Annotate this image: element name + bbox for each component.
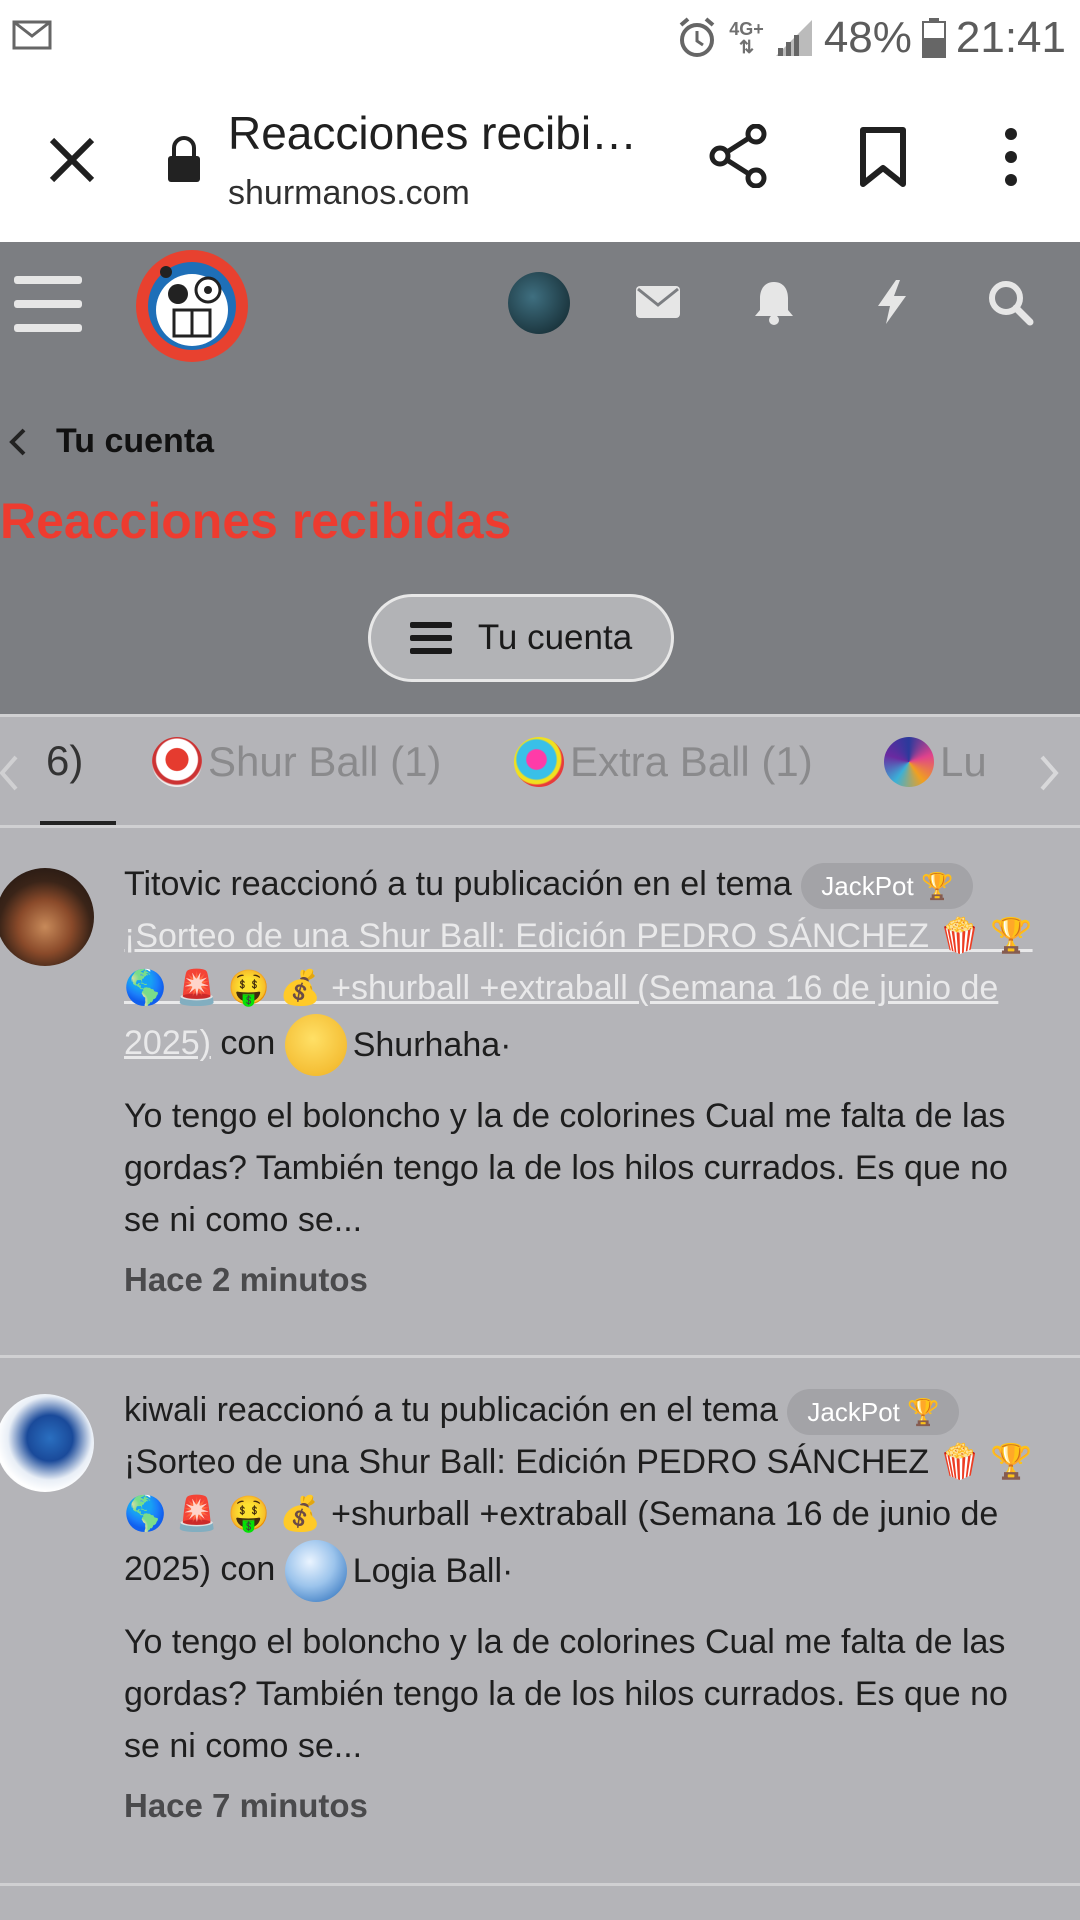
browser-toolbar: Reacciones recibi… shurmanos.com: [0, 76, 1080, 242]
chevron-right-icon[interactable]: [1034, 753, 1064, 793]
reaction: Shurhaha·: [284, 1014, 512, 1076]
timestamp[interactable]: Hace 7 minutos: [124, 1780, 1044, 1832]
tab-label: 6): [46, 737, 84, 784]
account-button-label: Tu cuenta: [477, 618, 633, 657]
share-icon[interactable]: [708, 124, 768, 188]
username[interactable]: Titovic: [124, 865, 221, 903]
shur-ball-icon: [152, 737, 202, 787]
battery-percent: 48%: [823, 13, 912, 62]
site-header: Tu cuenta Reacciones recibidas Tu cuenta: [0, 242, 1080, 714]
network-indicator: 4G+ ⇅: [729, 20, 764, 56]
battery-icon: [921, 18, 946, 58]
action-text: reaccionó a tu publicación en el tema: [230, 865, 792, 903]
reaction-label: Logia Ball·: [352, 1552, 514, 1590]
post-snippet: Yo tengo el boloncho y la de colorines C…: [124, 1623, 1008, 1765]
tab-shur-ball[interactable]: Shur Ball (1): [152, 737, 441, 787]
status-bar: 4G+ ⇅ 48% 21:41: [0, 0, 1080, 76]
active-tab-indicator: [40, 821, 116, 825]
tab-swirl-ball[interactable]: Lu: [884, 737, 987, 787]
lock-icon: [168, 136, 200, 182]
breadcrumb-label[interactable]: Tu cuenta: [56, 422, 214, 461]
menu-icon[interactable]: [14, 274, 82, 334]
reaction-tabs: 6) Shur Ball (1) Extra Ball (1) Lu: [0, 714, 1080, 828]
breadcrumb[interactable]: Tu cuenta: [8, 422, 214, 461]
prefix-badge: JackPot 🏆: [787, 1389, 960, 1436]
signal-icon: [775, 20, 812, 56]
swirl-ball-icon: [884, 737, 934, 787]
search-icon[interactable]: [986, 278, 1034, 326]
bookmark-icon[interactable]: [858, 126, 908, 188]
reaction-label: Shurhaha·: [352, 1026, 512, 1064]
timestamp[interactable]: Hace 2 minutos: [124, 1254, 1044, 1306]
username[interactable]: kiwali: [124, 1391, 207, 1429]
chevron-left-icon[interactable]: [0, 753, 24, 793]
section-title: Reacciones recibidas: [0, 493, 512, 549]
laughing-emoji-icon: [284, 1014, 347, 1076]
tab-extra-ball[interactable]: Extra Ball (1): [514, 737, 813, 787]
tab-label: Shur Ball (1): [208, 738, 442, 785]
list-item[interactable]: kiwali reaccionó a tu publicación en el …: [0, 1358, 1080, 1886]
page-title: Reacciones recibi…: [228, 107, 638, 159]
account-menu-button[interactable]: Tu cuenta: [368, 594, 674, 682]
lightning-icon[interactable]: [868, 278, 916, 326]
list-item[interactable]: Titovic reaccionó a tu publicación en el…: [0, 828, 1080, 1358]
logo-mascot-icon: [148, 262, 236, 350]
reaction-text: Titovic reaccionó a tu publicación en el…: [124, 858, 1044, 1306]
user-avatar[interactable]: [508, 272, 570, 334]
menu-lines-icon: [409, 622, 452, 654]
data-arrows-icon: ⇅: [739, 37, 755, 57]
logia-ball-icon: [284, 1540, 347, 1602]
tab-label: Lu: [940, 738, 987, 785]
prefix-badge: JackPot 🏆: [801, 863, 974, 910]
extra-ball-icon: [514, 737, 564, 787]
con-text: con: [220, 1549, 276, 1588]
clock: 21:41: [955, 13, 1066, 62]
user-avatar[interactable]: [0, 1394, 94, 1492]
chevron-left-icon: [9, 428, 26, 455]
mail-notification-icon: [12, 20, 52, 50]
page-domain: shurmanos.com: [228, 174, 470, 212]
status-right: 4G+ ⇅ 48% 21:41: [675, 10, 1066, 66]
reaction-text: kiwali reaccionó a tu publicación en el …: [124, 1384, 1044, 1832]
tab-label: Extra Ball (1): [570, 738, 813, 785]
post-snippet: Yo tengo el boloncho y la de colorines C…: [124, 1097, 1008, 1239]
close-icon[interactable]: [42, 130, 102, 190]
user-avatar[interactable]: [0, 868, 94, 966]
con-text: con: [220, 1023, 276, 1062]
site-logo[interactable]: [136, 250, 248, 362]
notifications-bell-icon[interactable]: [750, 278, 798, 326]
reaction: Logia Ball·: [284, 1540, 514, 1602]
messages-icon[interactable]: [634, 278, 682, 326]
network-type: 4G+: [729, 19, 764, 39]
action-text: reaccionó a tu publicación en el tema: [216, 1391, 778, 1429]
alarm-icon: [679, 17, 715, 57]
more-options-icon[interactable]: [994, 126, 1028, 188]
tab-all[interactable]: 6): [46, 737, 83, 785]
